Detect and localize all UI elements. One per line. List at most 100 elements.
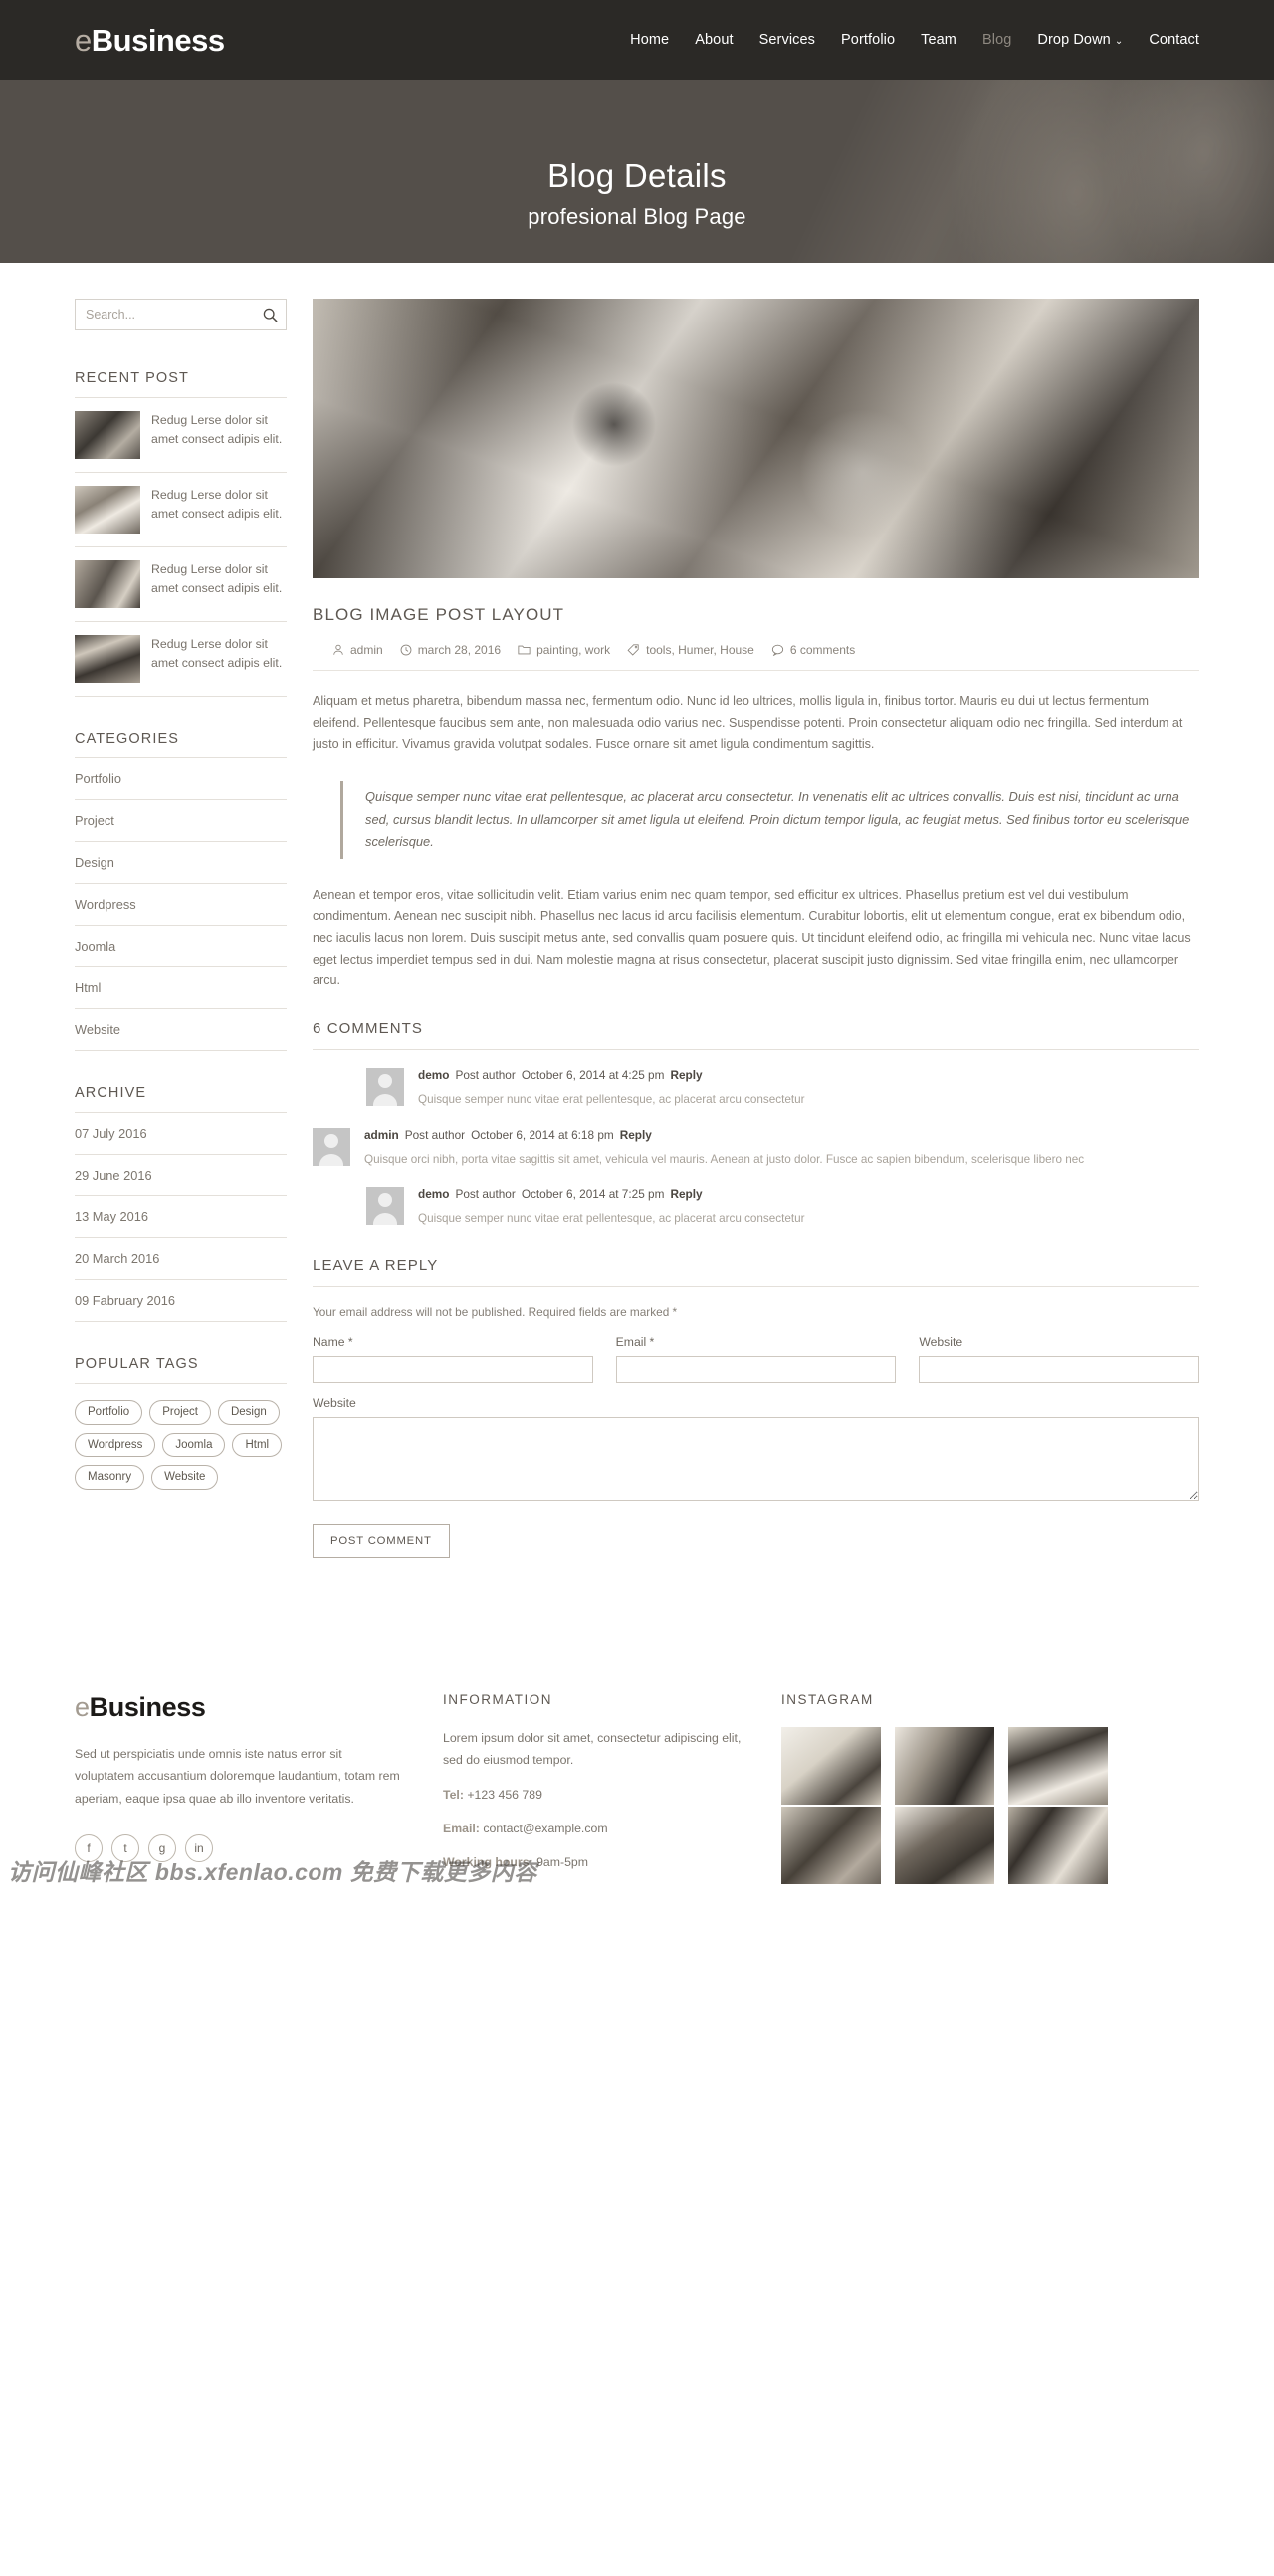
recent-post-text: Redug Lerse dolor sit amet consect adipi…: [151, 637, 283, 671]
page-hero: Blog Details profesional Blog Page: [0, 80, 1274, 263]
comment-author: demo: [418, 1067, 450, 1082]
instagram-thumbnail[interactable]: [781, 1806, 881, 1884]
recent-post-list: Redug Lerse dolor sit amet consect adipi…: [75, 398, 287, 697]
comment-reply-link[interactable]: Reply: [670, 1187, 702, 1201]
post-body: Aliquam et metus pharetra, bibendum mass…: [313, 691, 1199, 992]
facebook-icon[interactable]: f: [75, 1833, 103, 1862]
category-link-portfolio[interactable]: Portfolio: [75, 758, 287, 799]
nav-item-about[interactable]: About: [695, 32, 733, 48]
tag-wordpress[interactable]: Wordpress: [75, 1432, 156, 1458]
instagram-thumbnail[interactable]: [895, 1806, 994, 1884]
comment-post-author-badge: Post author: [455, 1186, 516, 1201]
nav-item-team[interactable]: Team: [921, 32, 956, 48]
recent-post-thumbnail: [75, 560, 140, 608]
category-link-html[interactable]: Html: [75, 967, 287, 1008]
meta-comments[interactable]: 6 comments: [771, 643, 855, 657]
comment-date: October 6, 2014 at 6:18 pm: [471, 1127, 614, 1142]
nav-item-blog[interactable]: Blog: [982, 32, 1011, 48]
meta-author[interactable]: admin: [332, 643, 383, 657]
linkedin-icon[interactable]: in: [185, 1833, 213, 1862]
google-plus-icon[interactable]: g: [148, 1833, 176, 1862]
categories-widget: CATEGORIES Portfolio Project Design Word…: [75, 731, 287, 1051]
list-item[interactable]: Redug Lerse dolor sit amet consect adipi…: [75, 398, 287, 473]
tag-portfolio[interactable]: Portfolio: [75, 1400, 143, 1425]
footer-information-text: Lorem ipsum dolor sit amet, consectetur …: [443, 1730, 742, 1768]
footer-logo[interactable]: eBusiness: [75, 1692, 403, 1723]
comment-item: demo Post author October 6, 2014 at 4:25…: [366, 1050, 1199, 1110]
archive-widget: ARCHIVE 07 July 2016 29 June 2016 13 May…: [75, 1085, 287, 1322]
nav-item-services[interactable]: Services: [759, 32, 815, 48]
search-input[interactable]: [76, 300, 286, 329]
list-item: Html: [75, 967, 287, 1009]
instagram-thumbnail[interactable]: [1008, 1806, 1108, 1884]
footer-hours-line: Working hours: 9am-5pm: [443, 1851, 742, 1873]
name-field-group: Name *: [313, 1335, 593, 1383]
list-item[interactable]: Redug Lerse dolor sit amet consect adipi…: [75, 473, 287, 547]
site-logo[interactable]: eBusiness: [75, 25, 225, 56]
instagram-thumbnail[interactable]: [1008, 1726, 1108, 1805]
footer-information-column: INFORMATION Lorem ipsum dolor sit amet, …: [443, 1692, 742, 1874]
recent-post-text: Redug Lerse dolor sit amet consect adipi…: [151, 413, 283, 447]
name-input[interactable]: [313, 1355, 593, 1383]
recent-post-text: Redug Lerse dolor sit amet consect adipi…: [151, 562, 283, 596]
avatar: [366, 1186, 404, 1225]
category-link-project[interactable]: Project: [75, 800, 287, 841]
logo-main: Business: [91, 22, 225, 58]
footer-email-value[interactable]: contact@example.com: [483, 1822, 607, 1835]
archive-list: 07 July 2016 29 June 2016 13 May 2016 20…: [75, 1113, 287, 1322]
site-header: eBusiness Home About Services Portfolio …: [0, 0, 1274, 80]
list-item: Wordpress: [75, 884, 287, 926]
comment-reply-link[interactable]: Reply: [670, 1068, 702, 1082]
category-link-joomla[interactable]: Joomla: [75, 926, 287, 966]
meta-author-label: admin: [350, 643, 383, 657]
post-title: BLOG IMAGE POST LAYOUT: [313, 605, 565, 624]
comment-text: Quisque orci nibh, porta vitae sagittis …: [364, 1152, 1085, 1166]
instagram-thumbnail[interactable]: [895, 1726, 994, 1805]
tag-masonry[interactable]: Masonry: [75, 1465, 145, 1490]
nav-item-home[interactable]: Home: [630, 32, 669, 48]
category-link-design[interactable]: Design: [75, 842, 287, 883]
twitter-icon[interactable]: t: [111, 1833, 139, 1862]
search-button[interactable]: [261, 306, 279, 323]
email-input[interactable]: [615, 1355, 897, 1383]
nav-item-contact[interactable]: Contact: [1149, 32, 1199, 48]
tag-cloud: Portfolio Project Design Wordpress Jooml…: [75, 1384, 287, 1490]
recent-post-widget: RECENT POST Redug Lerse dolor sit amet c…: [75, 370, 287, 697]
comment-reply-link[interactable]: Reply: [620, 1128, 652, 1142]
search-icon: [263, 308, 278, 322]
archive-link-4[interactable]: 09 Fabruary 2016: [75, 1280, 287, 1321]
user-icon: [333, 644, 343, 655]
meta-categories[interactable]: painting, work: [518, 643, 610, 657]
archive-link-1[interactable]: 29 June 2016: [75, 1155, 287, 1195]
leave-a-reply-title: LEAVE A REPLY: [313, 1257, 1199, 1287]
list-item[interactable]: Redug Lerse dolor sit amet consect adipi…: [75, 547, 287, 622]
tag-website[interactable]: Website: [151, 1465, 219, 1490]
tag-project[interactable]: Project: [149, 1400, 211, 1425]
list-item: 29 June 2016: [75, 1155, 287, 1196]
tag-design[interactable]: Design: [217, 1400, 280, 1425]
tag-joomla[interactable]: Joomla: [162, 1432, 226, 1458]
category-link-website[interactable]: Website: [75, 1009, 287, 1050]
footer-email-line: Email: contact@example.com: [443, 1818, 742, 1839]
message-textarea[interactable]: [313, 1416, 1199, 1501]
website-input[interactable]: [919, 1355, 1200, 1383]
archive-link-2[interactable]: 13 May 2016: [75, 1196, 287, 1237]
nav-item-dropdown-label: Drop Down: [1037, 32, 1111, 48]
instagram-thumbnail[interactable]: [781, 1726, 881, 1805]
archive-link-3[interactable]: 20 March 2016: [75, 1238, 287, 1279]
recent-post-thumbnail: [75, 486, 140, 534]
instagram-grid: [781, 1726, 1120, 1884]
category-link-wordpress[interactable]: Wordpress: [75, 884, 287, 925]
post-featured-image: [313, 299, 1199, 578]
logo-prefix: e: [75, 22, 92, 58]
meta-tags[interactable]: tools, Humer, House: [627, 643, 754, 657]
tag-html[interactable]: Html: [232, 1432, 283, 1458]
nav-item-dropdown[interactable]: Drop Down ⌄: [1037, 32, 1123, 48]
archive-link-0[interactable]: 07 July 2016: [75, 1113, 287, 1154]
post-comment-button[interactable]: POST COMMENT: [313, 1523, 450, 1558]
avatar: [366, 1067, 404, 1106]
comment-author: admin: [364, 1127, 399, 1142]
categories-list: Portfolio Project Design Wordpress Jooml…: [75, 758, 287, 1051]
nav-item-portfolio[interactable]: Portfolio: [841, 32, 895, 48]
list-item[interactable]: Redug Lerse dolor sit amet consect adipi…: [75, 622, 287, 697]
